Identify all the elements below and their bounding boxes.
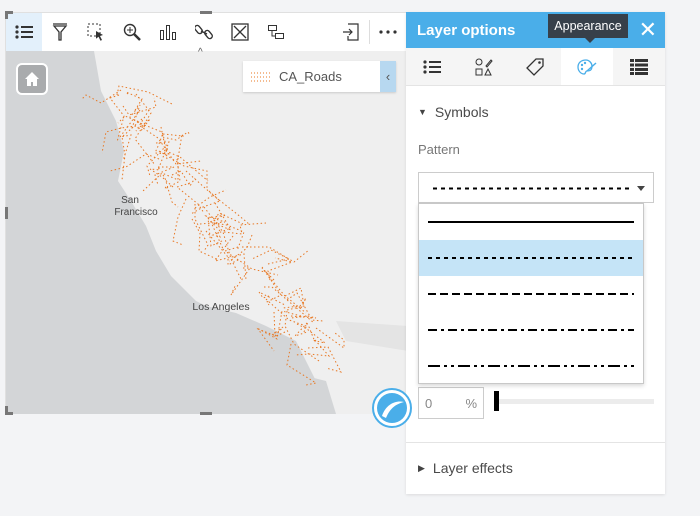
bar-chart-icon xyxy=(160,25,176,40)
filter-icon xyxy=(52,23,68,41)
tab-attributes[interactable] xyxy=(613,48,665,85)
transparency-slider-thumb[interactable] xyxy=(494,391,499,411)
transparency-slider[interactable] xyxy=(494,399,654,404)
transparency-unit: % xyxy=(465,395,477,411)
divider xyxy=(406,442,665,443)
swoosh-icon xyxy=(377,393,407,423)
resize-handle[interactable] xyxy=(5,406,8,414)
link-button[interactable] xyxy=(186,13,222,51)
pattern-dropdown-list xyxy=(418,203,644,384)
label-san-francisco-2: Francisco xyxy=(114,207,158,218)
link-icon xyxy=(195,24,213,40)
select-button[interactable] xyxy=(78,13,114,51)
label-los-angeles: Los Angeles xyxy=(192,301,249,313)
tab-legend[interactable] xyxy=(406,48,458,85)
dotted-line-icon xyxy=(251,72,271,81)
caret-down-icon: ▼ xyxy=(418,107,427,117)
table-icon xyxy=(630,58,649,75)
transparency-input[interactable]: 0% xyxy=(418,387,484,419)
expand-icon xyxy=(231,23,249,41)
panel-title: Layer options xyxy=(417,21,516,39)
pattern-option-dash-dot[interactable] xyxy=(419,312,643,348)
resize-handle[interactable] xyxy=(5,207,8,219)
assistant-button[interactable] xyxy=(372,388,412,428)
close-icon[interactable]: ✕ xyxy=(639,19,657,41)
layer-effects-section-toggle[interactable]: ▶ Layer effects xyxy=(418,460,513,476)
more-icon xyxy=(379,30,397,34)
map-view[interactable]: San Francisco Los Angeles CA_Roads ‹ xyxy=(6,51,406,414)
pattern-option-dashed[interactable] xyxy=(419,276,643,312)
tab-labels[interactable] xyxy=(510,48,562,85)
shapes-icon xyxy=(475,58,493,75)
label-san-francisco-1: San xyxy=(121,195,139,206)
map-canvas: San Francisco Los Angeles xyxy=(80,51,406,414)
collapse-legend-button[interactable]: ‹ xyxy=(380,61,396,92)
pattern-select[interactable] xyxy=(418,172,654,203)
resize-handle[interactable] xyxy=(200,412,212,415)
legend-button[interactable] xyxy=(6,13,42,51)
map-toolbar xyxy=(6,13,406,51)
chart-button[interactable] xyxy=(150,13,186,51)
zoom-in-icon xyxy=(123,23,141,41)
export-button[interactable] xyxy=(333,13,369,51)
swap-icon xyxy=(268,25,284,39)
tag-icon xyxy=(526,57,545,76)
collapse-toolbar-icon[interactable]: ^ xyxy=(198,47,203,58)
tab-appearance[interactable] xyxy=(561,48,614,85)
appearance-tooltip: Appearance xyxy=(548,14,628,43)
layer-effects-label: Layer effects xyxy=(432,460,513,476)
caret-right-icon: ▶ xyxy=(418,462,425,473)
panel-tabs xyxy=(406,48,665,86)
home-button[interactable] xyxy=(16,63,48,95)
chevron-down-icon xyxy=(637,186,645,191)
selected-pattern-dotted xyxy=(433,186,645,191)
export-icon xyxy=(343,23,359,41)
pattern-option-dash-dot-dot[interactable] xyxy=(419,348,643,384)
symbols-section-toggle[interactable]: ▼ Symbols xyxy=(418,104,489,120)
tab-style[interactable] xyxy=(458,48,510,85)
filter-button[interactable] xyxy=(42,13,78,51)
layer-legend: CA_Roads ‹ xyxy=(243,61,396,92)
symbols-label: Symbols xyxy=(434,104,489,120)
home-icon xyxy=(25,72,39,86)
more-button[interactable] xyxy=(370,13,406,51)
swap-button[interactable] xyxy=(258,13,294,51)
layer-name: CA_Roads xyxy=(279,69,342,84)
pattern-label: Pattern xyxy=(418,142,460,157)
pattern-option-dotted[interactable] xyxy=(419,240,643,276)
palette-icon xyxy=(577,58,597,75)
resize-handle[interactable] xyxy=(5,11,8,19)
list-icon xyxy=(423,59,441,74)
resize-handle[interactable] xyxy=(200,11,212,14)
zoom-button[interactable] xyxy=(114,13,150,51)
select-icon xyxy=(87,23,103,41)
map-card: San Francisco Los Angeles CA_Roads ‹ ^ xyxy=(5,12,407,414)
list-icon xyxy=(15,25,33,39)
pattern-option-solid[interactable] xyxy=(419,204,643,240)
expand-button[interactable] xyxy=(222,13,258,51)
transparency-value: 0 xyxy=(425,395,433,411)
